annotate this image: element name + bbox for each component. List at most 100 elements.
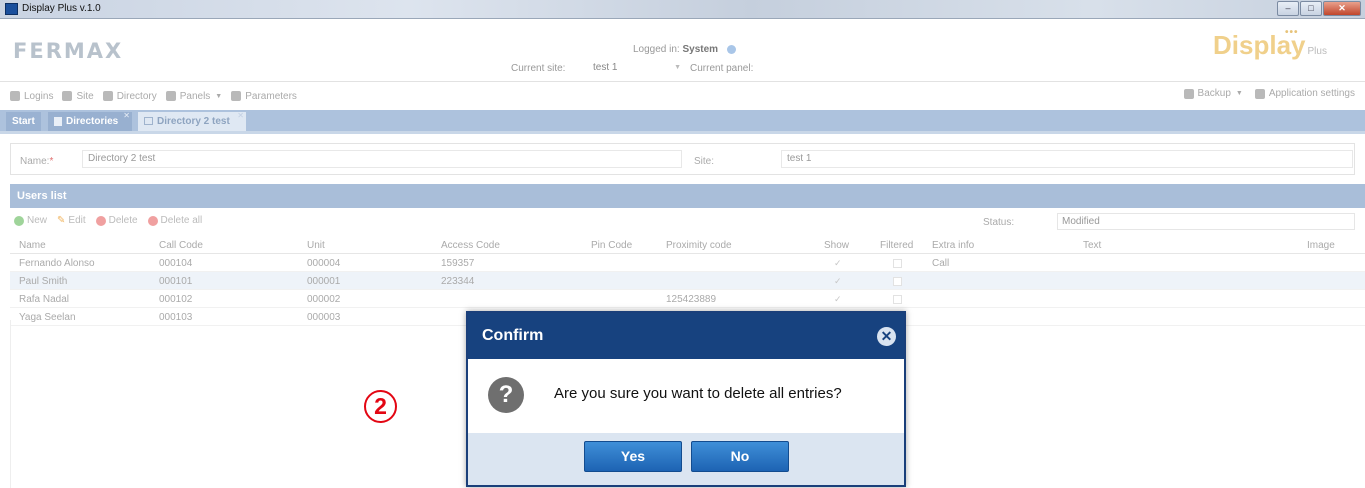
column-header-text[interactable]: Text xyxy=(1083,240,1101,251)
info-icon[interactable] xyxy=(726,44,736,54)
header-divider xyxy=(0,81,1365,82)
site-label: Site: xyxy=(694,156,715,167)
cell-name: Rafa Nadal xyxy=(19,294,70,305)
logged-in-label: Logged in: xyxy=(633,44,680,55)
toolbar-backup-label: Backup xyxy=(1197,88,1231,99)
toolbar-site-label: Site xyxy=(76,90,94,102)
current-panel-label: Current panel: xyxy=(690,63,754,74)
display-plus-logo: Display Plus ••• xyxy=(1213,27,1327,61)
toolbar-backup[interactable]: Backup ▼ xyxy=(1183,88,1243,99)
cell-unit: 000001 xyxy=(307,276,341,287)
logo-dots-icon: ••• xyxy=(1285,27,1299,38)
yes-button[interactable]: Yes xyxy=(584,441,682,472)
table-row[interactable]: Fernando Alonso 000104 000004 159357 ✓ C… xyxy=(10,254,1365,272)
current-site-select[interactable]: test 1 ▼ xyxy=(589,60,687,75)
cell-call-code: 000103 xyxy=(159,312,193,323)
cell-unit: 000004 xyxy=(307,258,341,269)
logged-in-status: Logged in: System xyxy=(633,44,736,55)
edit-button[interactable]: ✎ Edit xyxy=(57,215,86,226)
toolbar-parameters-label: Parameters xyxy=(245,90,297,102)
show-check-icon: ✓ xyxy=(834,276,842,286)
close-icon[interactable]: ✕ xyxy=(877,327,896,346)
directory-form: Name:* Directory 2 test Site: test 1 xyxy=(10,143,1355,175)
cell-name: Fernando Alonso xyxy=(19,258,95,269)
column-header-name[interactable]: Name xyxy=(19,240,46,251)
filtered-checkbox xyxy=(893,277,902,286)
show-check-icon: ✓ xyxy=(834,294,842,304)
main-toolbar: Logins Site Directory Panels ▼ Parameters xyxy=(10,88,306,104)
window-controls: – □ ✕ xyxy=(1276,1,1361,16)
name-label-text: Name: xyxy=(20,156,50,167)
column-header-call-code[interactable]: Call Code xyxy=(159,240,203,251)
dialog-footer: Yes No xyxy=(468,433,904,485)
fermax-logo: FERMAX xyxy=(13,39,124,63)
site-input[interactable]: test 1 xyxy=(781,150,1353,168)
chevron-down-icon: ▼ xyxy=(674,64,681,71)
dialog-message: Are you sure you want to delete all entr… xyxy=(554,385,842,402)
table-row[interactable]: Paul Smith 000101 000001 223344 ✓ xyxy=(10,272,1365,290)
directory-icon xyxy=(102,91,113,101)
minimize-icon[interactable]: – xyxy=(1277,1,1299,16)
close-window-icon[interactable]: ✕ xyxy=(1323,1,1361,16)
column-header-access-code[interactable]: Access Code xyxy=(441,240,500,251)
app-icon xyxy=(5,3,18,15)
confirm-dialog: Confirm ✕ ? Are you sure you want to del… xyxy=(466,311,906,487)
toolbar-site[interactable]: Site xyxy=(62,88,94,104)
dialog-title: Confirm xyxy=(468,313,904,359)
users-list-toolbar: New ✎ Edit Delete Delete all xyxy=(14,215,212,226)
delete-all-button[interactable]: Delete all xyxy=(147,215,202,226)
column-header-image[interactable]: Image xyxy=(1307,240,1335,251)
cell-call-code: 000102 xyxy=(159,294,193,305)
status-field: Modified xyxy=(1057,213,1355,230)
parameters-icon xyxy=(231,91,242,101)
close-tab-icon[interactable]: ✕ xyxy=(123,106,130,125)
delete-button-label: Delete xyxy=(108,215,138,226)
toolbar-directory[interactable]: Directory xyxy=(102,88,157,104)
cell-name: Paul Smith xyxy=(19,276,68,287)
tab-start[interactable]: Start xyxy=(6,112,41,131)
list-frame-border xyxy=(10,320,11,488)
cell-call-code: 000101 xyxy=(159,276,193,287)
plus-icon xyxy=(14,215,24,226)
table-row[interactable]: Rafa Nadal 000102 000002 125423889 ✓ xyxy=(10,290,1365,308)
cell-access-code: 223344 xyxy=(441,276,475,287)
toolbar-logins[interactable]: Logins xyxy=(10,88,53,104)
cell-unit: 000003 xyxy=(307,312,341,323)
chevron-down-icon: ▼ xyxy=(1235,90,1243,97)
column-header-pin-code[interactable]: Pin Code xyxy=(591,240,632,251)
question-icon: ? xyxy=(488,377,524,413)
tab-directories[interactable]: Directories ✕ xyxy=(48,111,132,131)
directory-icon xyxy=(54,116,62,126)
name-label: Name:* xyxy=(20,156,53,167)
column-header-extra-info[interactable]: Extra info xyxy=(932,240,974,251)
column-header-proximity-code[interactable]: Proximity code xyxy=(666,240,732,251)
column-header-unit[interactable]: Unit xyxy=(307,240,325,251)
logged-in-user: System xyxy=(682,44,719,55)
delete-button[interactable]: Delete xyxy=(95,215,138,226)
name-input[interactable]: Directory 2 test xyxy=(82,150,682,168)
tab-bar: Start Directories ✕ Directory 2 test ✕ xyxy=(0,110,1365,134)
column-header-filtered[interactable]: Filtered xyxy=(880,240,913,251)
toolbar-parameters[interactable]: Parameters xyxy=(231,88,297,104)
filtered-checkbox xyxy=(893,295,902,304)
step-number-badge: 2 xyxy=(364,390,397,423)
toolbar-panels[interactable]: Panels ▼ xyxy=(165,88,223,104)
tab-directory-2-test-label: Directory 2 test xyxy=(157,116,230,127)
right-toolbar: Backup ▼ Application settings xyxy=(1172,88,1355,99)
cell-name: Yaga Seelan xyxy=(19,312,76,323)
panel-icon xyxy=(165,91,176,101)
user-icon xyxy=(10,91,20,101)
cell-extra-info: Call xyxy=(932,258,950,269)
toolbar-application-settings[interactable]: Application settings xyxy=(1254,88,1355,99)
tab-directory-2-test[interactable]: Directory 2 test ✕ xyxy=(138,111,246,131)
chevron-down-icon: ▼ xyxy=(215,92,223,100)
no-button[interactable]: No xyxy=(691,441,789,472)
toolbar-logins-label: Logins xyxy=(24,90,54,102)
toolbar-application-settings-label: Application settings xyxy=(1268,88,1355,99)
show-check-icon: ✓ xyxy=(834,258,842,268)
cell-call-code: 000104 xyxy=(159,258,193,269)
new-button[interactable]: New xyxy=(14,215,47,226)
column-header-show[interactable]: Show xyxy=(824,240,849,251)
close-tab-icon[interactable]: ✕ xyxy=(237,106,244,125)
maximize-icon[interactable]: □ xyxy=(1300,1,1322,16)
